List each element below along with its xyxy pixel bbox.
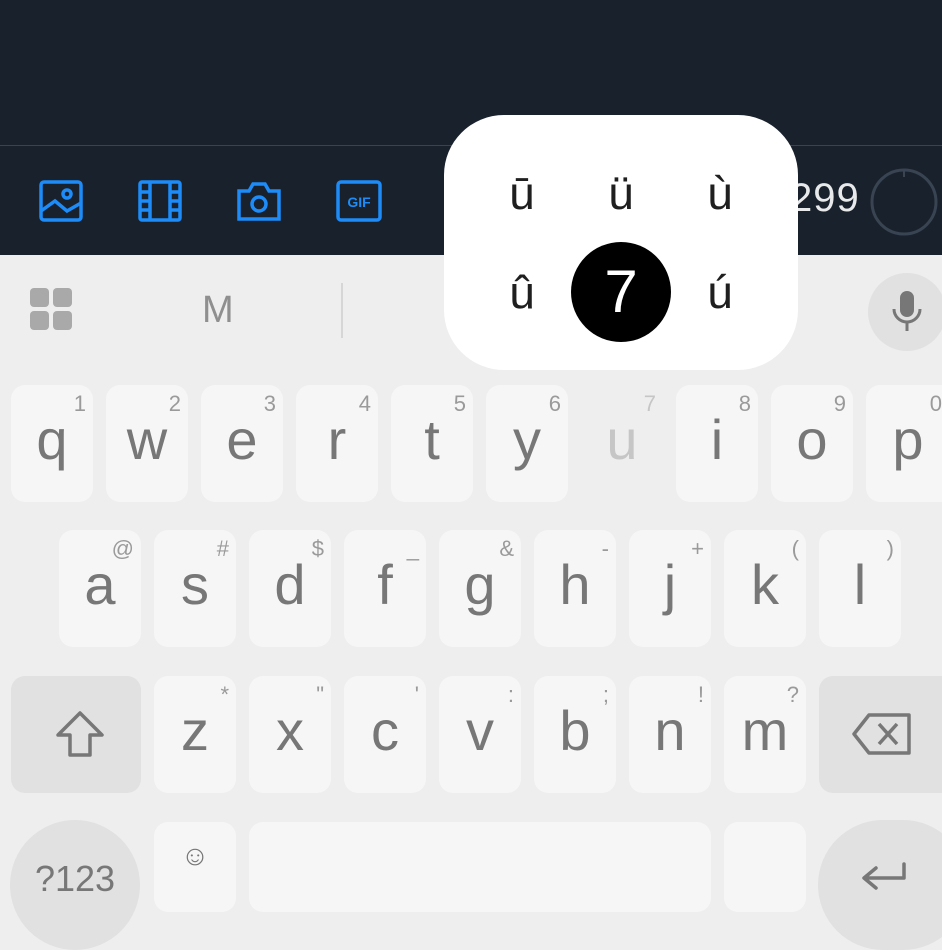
gif-icon[interactable]: GIF xyxy=(335,177,383,225)
key-z[interactable]: * z xyxy=(154,676,236,793)
key-h[interactable]: -h xyxy=(534,530,616,647)
key-label: e xyxy=(226,408,258,471)
alt-char-u-macron[interactable]: ū xyxy=(472,143,572,243)
key-a[interactable]: @ a xyxy=(59,530,141,647)
key-label: s xyxy=(181,553,209,616)
key-label: q xyxy=(36,408,68,471)
key-label: l xyxy=(853,553,867,616)
alt-char-u-circumflex[interactable]: û xyxy=(472,242,572,342)
key-w[interactable]: 2w xyxy=(106,385,188,502)
key-label: t xyxy=(424,408,440,471)
key-k[interactable]: (k xyxy=(724,530,806,647)
backspace-icon xyxy=(852,713,911,755)
alt-char-u-acute[interactable]: ú xyxy=(670,242,770,342)
key-label: b xyxy=(559,699,591,762)
enter-key[interactable] xyxy=(818,820,942,950)
alt-char-seven-selected[interactable]: 7 xyxy=(571,242,671,342)
key-i[interactable]: 8i xyxy=(676,385,758,502)
alt-char-u-diaeresis[interactable]: ü xyxy=(571,143,671,243)
key-label: p xyxy=(892,408,924,471)
camera-icon[interactable] xyxy=(235,177,283,225)
video-icon[interactable] xyxy=(136,177,184,225)
emoji-key[interactable]: ☺ xyxy=(154,822,236,912)
key-x[interactable]: " x xyxy=(249,676,331,793)
key-g[interactable]: & g xyxy=(439,530,521,647)
symbols-label: ?123 xyxy=(34,858,116,899)
key-label: f xyxy=(377,553,393,616)
enter-icon xyxy=(862,862,906,890)
key-q[interactable]: 1q xyxy=(11,385,93,502)
key-o[interactable]: 9o xyxy=(771,385,853,502)
key-label: n xyxy=(654,699,686,762)
key-f[interactable]: _ f xyxy=(344,530,426,647)
key-label: a xyxy=(84,553,116,616)
key-label: d xyxy=(274,553,306,616)
backspace-key[interactable] xyxy=(819,676,942,793)
key-label: v xyxy=(466,699,494,762)
key-label: c xyxy=(371,699,399,762)
key-label: u xyxy=(606,408,638,471)
key-u[interactable]: 7u xyxy=(581,385,663,502)
key-label: w xyxy=(126,408,168,471)
key-j[interactable]: + j xyxy=(629,530,711,647)
suggestion-item[interactable]: M xyxy=(202,289,234,332)
key-y[interactable]: 6y xyxy=(486,385,568,502)
key-label: y xyxy=(513,408,541,471)
key-r[interactable]: 4r xyxy=(296,385,378,502)
space-key[interactable] xyxy=(249,822,711,912)
mic-button[interactable] xyxy=(868,273,942,351)
accent-popup: ū ü ù û 7 ú xyxy=(444,115,798,370)
suggestion-divider xyxy=(341,283,343,338)
key-d[interactable]: $ d xyxy=(249,530,331,647)
key-b[interactable]: ; b xyxy=(534,676,616,793)
character-progress-ring xyxy=(870,168,938,236)
gif-label: GIF xyxy=(347,194,371,210)
key-label: i xyxy=(710,408,724,471)
period-key[interactable] xyxy=(724,822,806,912)
key-label: x xyxy=(276,699,304,762)
key-v[interactable]: :v xyxy=(439,676,521,793)
key-m[interactable]: ? m xyxy=(724,676,806,793)
shift-key[interactable] xyxy=(11,676,141,793)
key-t[interactable]: 5t xyxy=(391,385,473,502)
key-label: k xyxy=(751,553,779,616)
key-label: j xyxy=(663,553,677,616)
key-n[interactable]: ! n xyxy=(629,676,711,793)
alt-char-u-grave[interactable]: ù xyxy=(670,143,770,243)
mic-icon xyxy=(892,291,922,331)
key-e[interactable]: 3e xyxy=(201,385,283,502)
emoji-icon: ☺ xyxy=(180,840,210,871)
key-p[interactable]: 0p xyxy=(866,385,942,502)
key-label: o xyxy=(796,408,828,471)
key-c[interactable]: ' c xyxy=(344,676,426,793)
key-s[interactable]: # s xyxy=(154,530,236,647)
key-label: h xyxy=(559,553,591,616)
symbols-key[interactable]: ?123 xyxy=(10,820,140,950)
key-label: m xyxy=(741,699,789,762)
key-label: z xyxy=(181,699,209,762)
character-count: 299 xyxy=(790,176,860,220)
key-label: r xyxy=(327,408,347,471)
apps-grid-icon[interactable] xyxy=(30,288,76,334)
key-l[interactable]: ) l xyxy=(819,530,901,647)
image-icon[interactable] xyxy=(37,177,85,225)
key-label: g xyxy=(464,553,496,616)
shift-icon xyxy=(56,711,104,757)
